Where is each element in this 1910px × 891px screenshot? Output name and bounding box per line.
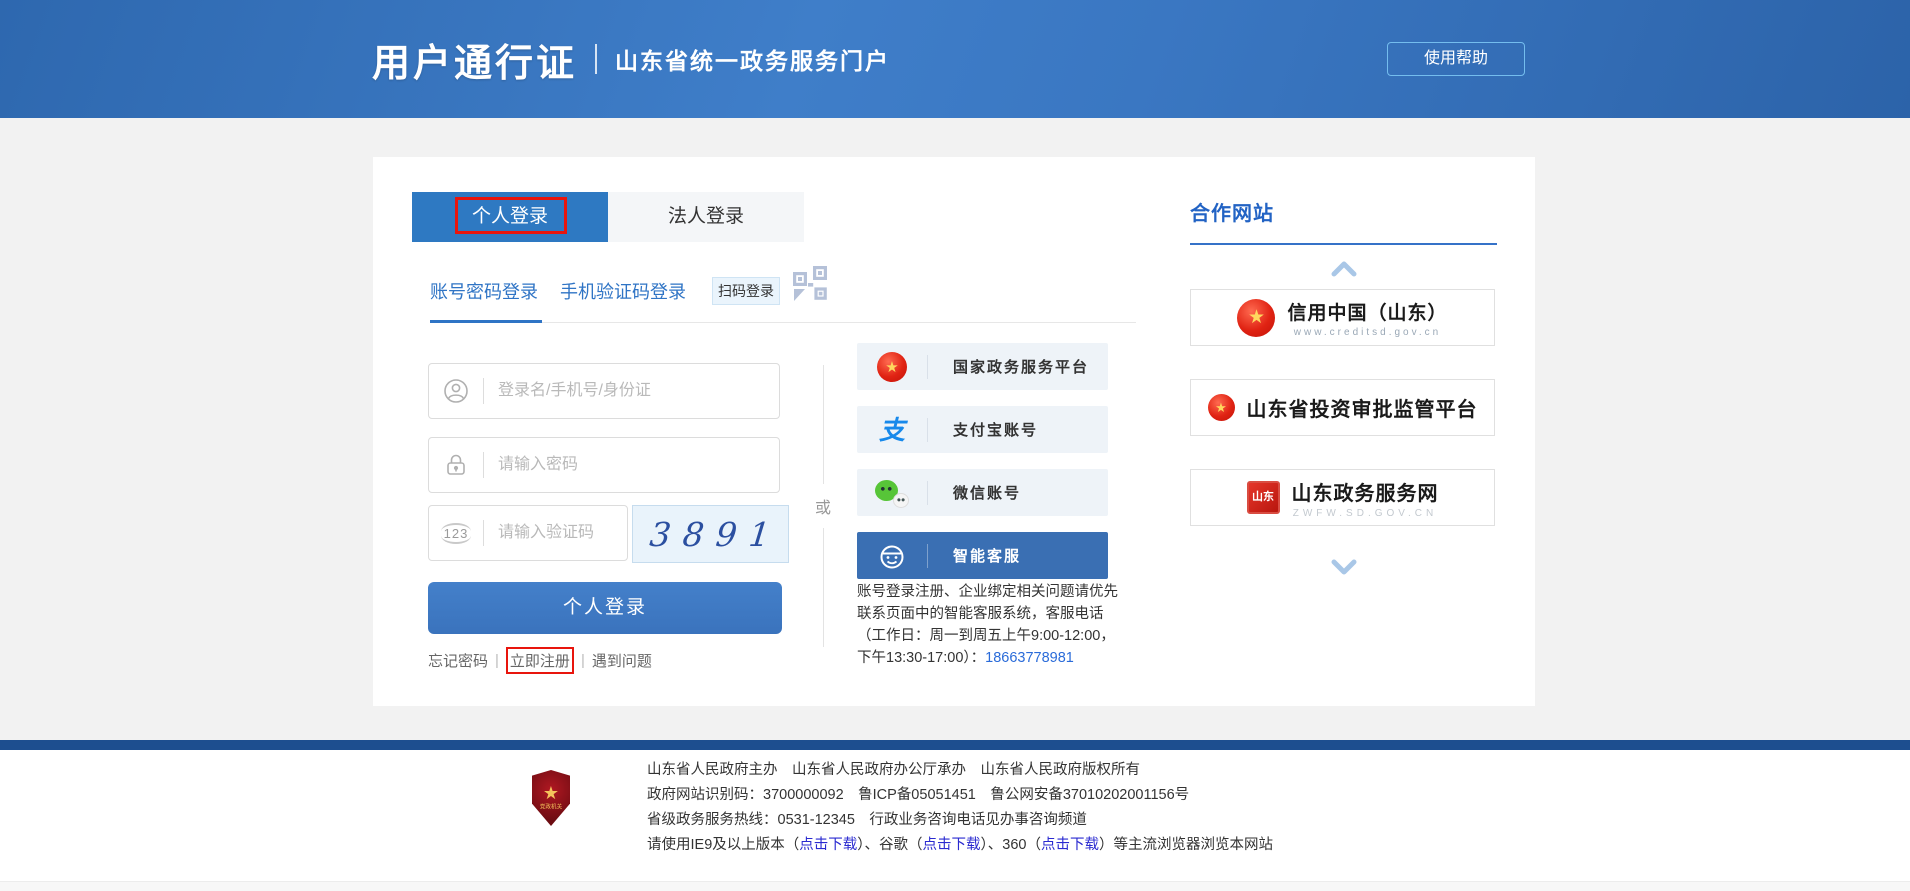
wechat-icon — [857, 478, 927, 508]
personal-login-button[interactable]: 个人登录 — [428, 582, 782, 634]
footer-line4-text: ）、360（ — [981, 837, 1041, 853]
trouble-link[interactable]: 遇到问题 — [592, 650, 652, 671]
service-label: 支付宝账号 — [928, 419, 1038, 440]
captcha-digits: 3891 — [637, 515, 783, 554]
badge-text: 党政机关 — [540, 803, 562, 811]
login-tabs: 个人登录 法人登录 — [412, 192, 804, 242]
login-links: 忘记密码 | 立即注册 | 遇到问题 — [428, 647, 652, 674]
partner-name: 山东省投资审批监管平台 — [1247, 393, 1478, 422]
brand-divider — [595, 44, 597, 74]
partner-url: ZWFW.SD.GOV.CN — [1293, 508, 1438, 519]
captcha-123-glyph: 123 — [441, 523, 472, 544]
page-title: 用户通行证 — [372, 32, 577, 87]
third-party-services: ★ 国家政务服务平台 支 支付宝账号 微信账号 — [857, 343, 1108, 595]
footer-line4-text: ）等主流浏览器浏览本网站 — [1099, 837, 1273, 853]
customer-service-notice: 账号登录注册、企业绑定相关问题请优先联系页面中的智能客服系统，客服电话（工作日：… — [857, 581, 1119, 669]
smart-service-icon — [857, 541, 927, 571]
footer-line-1: 山东省人民政府主办 山东省人民政府办公厅承办 山东省人民政府版权所有 — [647, 762, 1273, 779]
badge-star: ★ — [543, 784, 559, 802]
service-alipay[interactable]: 支 支付宝账号 — [857, 406, 1108, 453]
password-input[interactable] — [484, 455, 779, 475]
divider-line-top — [823, 365, 824, 484]
download-link-chrome[interactable]: 点击下载 — [923, 837, 981, 853]
qr-code-icon[interactable] — [792, 265, 830, 310]
register-now-link[interactable]: 立即注册 — [506, 647, 574, 674]
user-icon — [429, 377, 483, 405]
login-panel: 个人登录 法人登录 账号密码登录 手机验证码登录 扫码登录 — [373, 157, 1535, 706]
service-label: 国家政务服务平台 — [928, 356, 1089, 377]
partner-sites: 合作网站 ★ 信用中国（山东） www.creditsd.gov.cn ★ 山东… — [1190, 197, 1497, 575]
partner-title-underline — [1190, 243, 1497, 245]
lock-icon — [429, 452, 483, 478]
download-link-360[interactable]: 点击下载 — [1041, 837, 1099, 853]
service-smart-customer-service[interactable]: 智能客服 — [857, 532, 1108, 579]
investment-platform-emblem-icon: ★ — [1208, 394, 1235, 421]
link-separator: | — [495, 652, 499, 669]
sd-gov-seal-icon: 山东 — [1247, 481, 1280, 514]
brand: 用户通行证 山东省统一政务服务门户 — [372, 0, 890, 118]
chevron-down-icon[interactable] — [1190, 559, 1497, 575]
login-method-row: 账号密码登录 手机验证码登录 扫码登录 — [430, 273, 830, 309]
captcha-field-wrap: 123 — [428, 505, 628, 561]
service-wechat[interactable]: 微信账号 — [857, 469, 1108, 516]
credit-china-emblem-icon: ★ — [1237, 299, 1275, 337]
method-password-login[interactable]: 账号密码登录 — [430, 278, 538, 304]
method-sms-login[interactable]: 手机验证码登录 — [560, 278, 686, 304]
captcha-image[interactable]: 3891 — [632, 505, 789, 563]
forgot-password-link[interactable]: 忘记密码 — [428, 650, 488, 671]
tab-personal-login[interactable]: 个人登录 — [412, 192, 608, 242]
page: 用户通行证 山东省统一政务服务门户 使用帮助 个人登录 法人登录 账号密码登录 … — [0, 0, 1910, 891]
service-national-platform[interactable]: ★ 国家政务服务平台 — [857, 343, 1108, 390]
service-phone-link[interactable]: 18663778981 — [985, 650, 1074, 666]
footer-line-3: 省级政务服务热线：0531-12345 行政业务咨询电话见办事咨询频道 — [647, 812, 1273, 829]
service-label: 微信账号 — [928, 482, 1021, 503]
divider-line-bottom — [823, 528, 824, 647]
or-label: 或 — [815, 494, 831, 518]
or-divider: 或 — [811, 365, 835, 647]
header: 用户通行证 山东省统一政务服务门户 使用帮助 — [0, 0, 1910, 118]
alipay-icon: 支 — [857, 417, 927, 443]
active-method-underline — [430, 320, 542, 323]
partner-card-investment-platform[interactable]: ★ 山东省投资审批监管平台 — [1190, 379, 1495, 436]
party-gov-badge-icon: ★ 党政机关 — [532, 770, 570, 826]
captcha-123-icon: 123 — [429, 523, 483, 544]
tab-legal-login[interactable]: 法人登录 — [608, 192, 804, 242]
tab-legal-login-label: 法人登录 — [668, 206, 744, 227]
footer-line4-text: 请使用IE9及以上版本（ — [647, 837, 799, 853]
service-label: 智能客服 — [928, 545, 1021, 566]
help-button[interactable]: 使用帮助 — [1387, 42, 1525, 76]
bottom-strip — [0, 881, 1910, 891]
page-subtitle: 山东省统一政务服务门户 — [615, 42, 890, 76]
password-field-wrap — [428, 437, 780, 493]
footer-text: 山东省人民政府主办 山东省人民政府办公厅承办 山东省人民政府版权所有 政府网站识… — [647, 762, 1273, 862]
footer-line4-text: ）、谷歌（ — [857, 837, 922, 853]
footer-accent-bar — [0, 740, 1910, 750]
national-emblem-icon: ★ — [857, 352, 927, 382]
partner-url: www.creditsd.gov.cn — [1294, 327, 1441, 338]
footer: ★ 党政机关 山东省人民政府主办 山东省人民政府办公厅承办 山东省人民政府版权所… — [0, 750, 1910, 891]
captcha-input[interactable] — [484, 523, 627, 543]
footer-line-2: 政府网站识别码：3700000092 鲁ICP备05051451 鲁公网安备37… — [647, 787, 1273, 804]
chevron-up-icon[interactable] — [1190, 261, 1497, 277]
tab-personal-login-label: 个人登录 — [472, 206, 548, 227]
username-field-wrap — [428, 363, 780, 419]
download-link-ie[interactable]: 点击下载 — [799, 837, 857, 853]
partner-name: 山东政务服务网 — [1292, 477, 1439, 506]
link-separator: | — [581, 652, 585, 669]
partner-card-credit-china[interactable]: ★ 信用中国（山东） www.creditsd.gov.cn — [1190, 289, 1495, 346]
footer-line-4: 请使用IE9及以上版本（点击下载）、谷歌（点击下载）、360（点击下载）等主流浏… — [647, 837, 1273, 854]
username-input[interactable] — [484, 381, 779, 401]
partner-sites-title: 合作网站 — [1190, 197, 1497, 226]
partner-card-sd-gov-service[interactable]: 山东 山东政务服务网 ZWFW.SD.GOV.CN — [1190, 469, 1495, 526]
scan-login-button[interactable]: 扫码登录 — [712, 277, 780, 305]
partner-name: 信用中国（山东） — [1287, 298, 1447, 325]
